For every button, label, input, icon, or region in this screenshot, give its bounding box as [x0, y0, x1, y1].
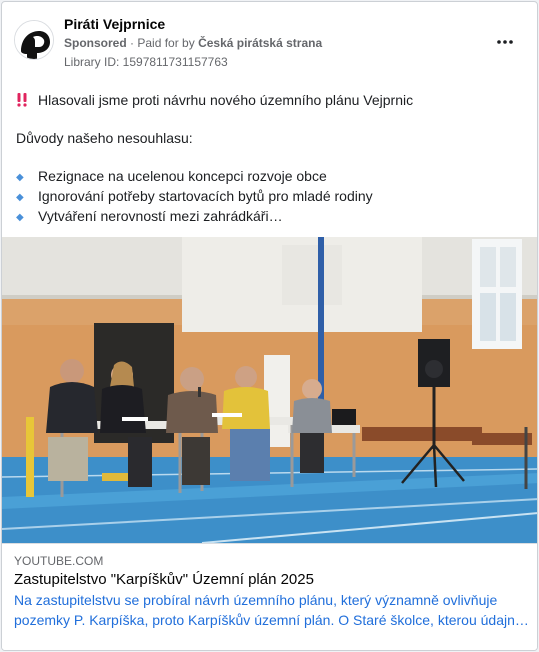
reason-text: Rezignace na ucelenou koncepci rozvoje o…	[38, 168, 327, 184]
reason-text: Vytváření nerovností mezi zahrádkáři…	[38, 208, 283, 224]
reason-item: ◆ Ignorování potřeby startovacích bytů pr…	[16, 186, 526, 206]
reason-item: ◆ Vytváření nerovností mezi zahrádkáři…	[16, 206, 526, 226]
pirate-party-logo-icon	[15, 21, 53, 59]
sponsored-label: Sponsored	[64, 36, 127, 50]
blue-diamond-icon: ◆	[16, 172, 24, 183]
link-description-line: pozemky P. Karpíška, proto Karpíškův úze…	[14, 612, 529, 628]
ad-post-card: Piráti Vejprnice Sponsored · Paid for by…	[1, 1, 538, 651]
reasons-intro: Důvody našeho nesouhlasu:	[16, 130, 193, 146]
link-title[interactable]: Zastupitelstvo "Karpíškův" Územní plán 2…	[14, 571, 314, 588]
payer-name[interactable]: Česká pirátská strana	[198, 36, 322, 50]
reason-item: ◆ Rezignace na ucelenou koncepci rozvoje …	[16, 166, 526, 186]
link-description-line: Na zastupitelstvu se probíral návrh územ…	[14, 592, 498, 608]
blue-diamond-icon: ◆	[16, 212, 24, 223]
paid-for-prefix: · Paid for by	[130, 36, 195, 50]
headline-text: Hlasovali jsme proti návrhu nového územn…	[38, 92, 414, 108]
link-description[interactable]: Na zastupitelstvu se probíral návrh územ…	[14, 590, 529, 630]
post-header: Piráti Vejprnice Sponsored · Paid for by…	[2, 2, 537, 78]
blue-diamond-icon: ◆	[16, 192, 24, 203]
page-name[interactable]: Piráti Vejprnice	[64, 16, 165, 32]
link-domain: YOUTUBE.COM	[14, 554, 104, 568]
page-avatar[interactable]	[14, 20, 54, 60]
headline-line: Hlasovali jsme proti návrhu nového územn…	[16, 90, 526, 110]
sponsored-line: Sponsored · Paid for by Česká pirátská s…	[64, 36, 322, 50]
post-body: Hlasovali jsme proti návrhu nového územn…	[16, 90, 526, 226]
reason-text: Ignorování potřeby startovacích bytů pro…	[38, 188, 373, 204]
meeting-photo	[2, 237, 537, 543]
more-options-button[interactable]	[495, 32, 515, 52]
link-preview-image[interactable]	[2, 237, 537, 543]
link-preview-footer[interactable]: YOUTUBE.COM Zastupitelstvo "Karpíškův" Ú…	[2, 543, 537, 650]
library-id: Library ID: 1597811731157763	[64, 55, 228, 69]
double-exclamation-icon	[16, 90, 38, 110]
ellipsis-icon	[497, 40, 513, 44]
